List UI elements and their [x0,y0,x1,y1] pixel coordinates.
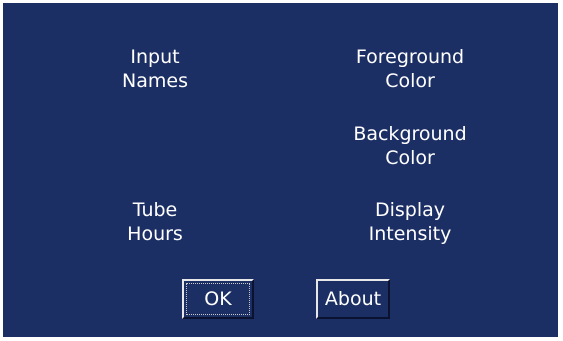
background-color-label-line-1: Background [353,123,467,145]
about-button-label: About [324,288,382,310]
tube-hours-label-line-2: Hours [127,223,183,245]
foreground-color-label-line-1: Foreground [355,46,465,68]
about-button[interactable]: About [316,279,390,319]
foreground-color-label-line-2: Color [385,70,435,92]
display-intensity-label-line-2: Intensity [368,223,452,245]
settings-panel: Input Names Foreground Color Background … [3,3,558,337]
background-color-label-line-2: Color [385,147,435,169]
tube-hours-label-line-1: Tube [132,199,178,221]
background-color-option[interactable]: Background Color [325,122,495,170]
focus-indicator [186,283,250,315]
foreground-color-option[interactable]: Foreground Color [325,45,495,93]
display-intensity-option[interactable]: Display Intensity [325,198,495,246]
tube-hours-option[interactable]: Tube Hours [85,198,225,246]
input-names-option[interactable]: Input Names [85,45,225,93]
ok-button[interactable]: OK [182,279,254,319]
input-names-label-line-1: Input [130,46,180,68]
display-intensity-label-line-1: Display [374,199,446,221]
input-names-label-line-2: Names [122,70,188,92]
